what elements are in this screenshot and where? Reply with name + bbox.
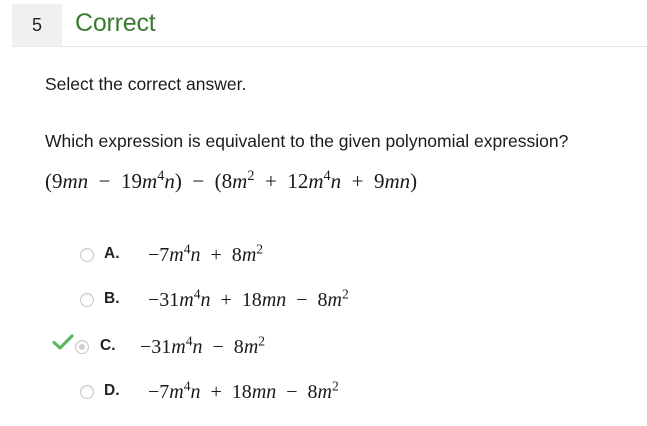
question-header: 5 Correct <box>12 0 647 47</box>
answer-option-b[interactable]: B. −31m4n + 18mn − 8m2 <box>80 287 440 317</box>
result-status: Correct <box>75 9 156 37</box>
option-expression: −31m4n + 18mn − 8m2 <box>148 286 349 311</box>
answer-option-c[interactable]: C. −31m4n − 8m2 <box>75 334 335 364</box>
answer-option-d[interactable]: D. −7m4n + 18mn − 8m2 <box>80 379 440 409</box>
option-expression: −7m4n + 8m2 <box>148 241 264 266</box>
option-letter: B. <box>104 290 120 307</box>
radio-icon[interactable] <box>80 248 94 262</box>
radio-icon[interactable] <box>75 340 89 354</box>
question-text: Which expression is equivalent to the gi… <box>45 131 569 151</box>
option-expression: −7m4n + 18mn − 8m2 <box>148 378 339 403</box>
option-letter: A. <box>104 245 120 262</box>
question-number: 5 <box>12 4 62 46</box>
radio-icon[interactable] <box>80 385 94 399</box>
given-expression: (9mn − 19m4n) − (8m2 + 12m4n + 9mn) <box>45 168 418 193</box>
option-expression: −31m4n − 8m2 <box>140 333 266 358</box>
option-letter: D. <box>104 382 120 399</box>
radio-icon[interactable] <box>80 293 94 307</box>
answer-option-a[interactable]: A. −7m4n + 8m2 <box>80 242 340 272</box>
option-letter: C. <box>100 337 116 354</box>
checkmark-icon <box>52 334 74 350</box>
instruction-text: Select the correct answer. <box>45 74 247 94</box>
